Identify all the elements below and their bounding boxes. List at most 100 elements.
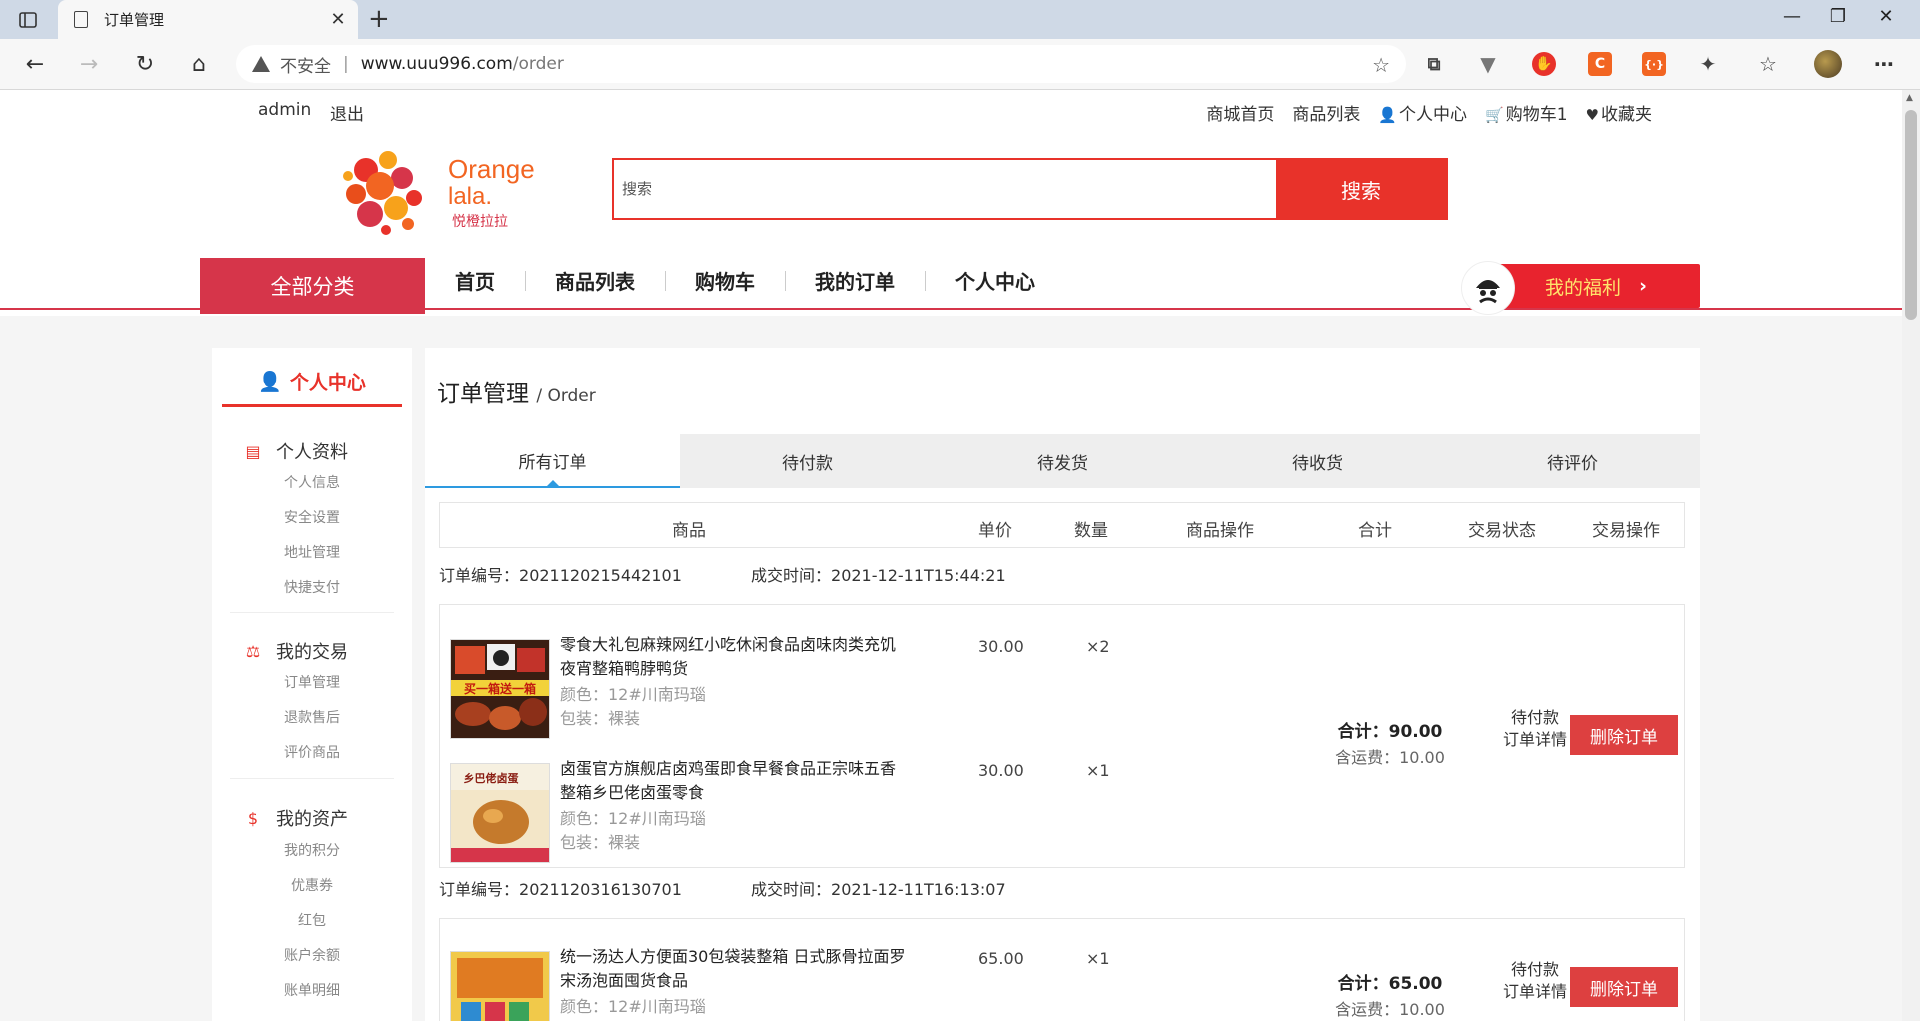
product-qty: ×1 xyxy=(1086,761,1110,780)
welfare-label: 我的福利 xyxy=(1545,276,1622,299)
refresh-icon[interactable]: ↻ xyxy=(128,47,162,81)
sidebar-divider xyxy=(230,612,394,613)
favorites-icon[interactable]: ☆ xyxy=(1756,52,1780,76)
order-header: 订单编号：2021120316130701 成交时间：2021-12-11T16… xyxy=(439,876,1006,900)
sidebar-item-quick-pay[interactable]: 快捷支付 xyxy=(212,577,412,597)
extensions-puzzle-icon[interactable]: ✦ xyxy=(1696,52,1720,76)
sidebar-divider xyxy=(230,778,394,779)
order-total-amount: 合计：90.00 xyxy=(1337,722,1443,742)
nav-cart[interactable]: 购物车 xyxy=(665,266,785,295)
order-time-label: 成交时间： xyxy=(751,566,832,585)
sidebar-item-coupons[interactable]: 优惠券 xyxy=(212,875,412,895)
order-total-amount: 合计：65.00 xyxy=(1337,974,1443,994)
scroll-up-arrow-icon[interactable]: ▲ xyxy=(1906,93,1913,103)
close-window-icon[interactable]: ✕ xyxy=(1866,6,1906,27)
product-image[interactable]: 买一箱送一箱 xyxy=(450,639,550,739)
new-tab-icon[interactable]: + xyxy=(368,5,390,33)
sidebar-item-address[interactable]: 地址管理 xyxy=(212,542,412,562)
all-categories-button[interactable]: 全部分类 xyxy=(200,258,425,314)
site-logo[interactable]: Orange lala. 悦橙拉拉 xyxy=(336,142,546,238)
address-bar: ← → ↻ ⌂ 不安全 | www.uuu996.com/order ☆ ⧉ ▼… xyxy=(0,39,1920,90)
product-price: 65.00 xyxy=(978,949,1024,968)
back-icon[interactable]: ← xyxy=(18,47,52,81)
search-input[interactable] xyxy=(614,160,1276,218)
extension-json-icon[interactable]: {·} xyxy=(1642,52,1666,76)
sidebar-item-points[interactable]: 我的积分 xyxy=(212,840,412,860)
minimize-icon[interactable]: — xyxy=(1772,6,1812,27)
product-name[interactable]: 统一汤达人方便面30包袋装整箱 日式豚骨拉面罗宋汤泡面囤货食品 xyxy=(560,945,910,993)
top-link-cart[interactable]: 🛒 购物车1 xyxy=(1485,100,1568,125)
thumb-brand-text: 乡巴佬卤蛋 xyxy=(464,771,520,785)
delete-order-button[interactable]: 删除订单 xyxy=(1570,715,1678,755)
nav-products[interactable]: 商品列表 xyxy=(525,266,665,295)
product-qty: ×2 xyxy=(1086,637,1110,656)
more-menu-icon[interactable]: ⋯ xyxy=(1872,52,1896,76)
profile-avatar[interactable] xyxy=(1814,50,1842,78)
tab-pending-review[interactable]: 待评价 xyxy=(1445,434,1700,488)
logout-link[interactable]: 退出 xyxy=(330,100,364,125)
top-link-cart-label: 购物车1 xyxy=(1505,105,1568,125)
scrollbar-thumb[interactable] xyxy=(1905,110,1917,320)
product-color: 颜色：12#川南玛瑙 xyxy=(560,685,706,704)
order-tabs: 所有订单 待付款 待发货 待收货 待评价 xyxy=(425,434,1700,488)
page-subtitle: / Order xyxy=(536,386,596,406)
extension-stop-icon[interactable]: ✋ xyxy=(1532,52,1556,76)
product-image[interactable]: 乡巴佬卤蛋 xyxy=(450,763,550,863)
tab-all-orders[interactable]: 所有订单 xyxy=(425,434,680,488)
product-name[interactable]: 零食大礼包麻辣网红小吃休闲食品卤味肉类充饥夜宵整箱鸭脖鸭货 xyxy=(560,633,910,681)
extension-v-icon[interactable]: ▼ xyxy=(1476,52,1500,76)
top-link-profile[interactable]: 👤 个人中心 xyxy=(1378,100,1467,125)
nav-home[interactable]: 首页 xyxy=(425,266,525,295)
welfare-arrow-icon: › xyxy=(1639,275,1647,297)
logo-text-cn: 悦橙拉拉 xyxy=(452,214,508,230)
sidebar-item-red-packets[interactable]: 红包 xyxy=(212,910,412,930)
extension-c-icon[interactable]: C xyxy=(1588,52,1612,76)
heart-icon: ♥ xyxy=(1585,106,1599,124)
page-title-text: 订单管理 xyxy=(437,381,529,407)
username: admin xyxy=(258,100,312,120)
top-link-profile-label: 个人中心 xyxy=(1399,105,1468,125)
order-time-value: 2021-12-11T16:13:07 xyxy=(831,880,1006,899)
forward-icon[interactable]: → xyxy=(72,47,106,81)
sidebar: 👤 个人中心 ▤ 个人资料 个人信息 安全设置 地址管理 快捷支付 ⚖ 我的交易 订单… xyxy=(212,348,412,1021)
insecure-label: 不安全 xyxy=(280,56,331,77)
browser-tab-active[interactable]: 订单管理 ✕ xyxy=(58,0,358,39)
nav-profile[interactable]: 个人中心 xyxy=(925,266,1065,295)
product-name[interactable]: 卤蛋官方旗舰店卤鸡蛋即食早餐食品正宗味五香整箱乡巴佬卤蛋零食 xyxy=(560,757,910,805)
sidebar-group-assets[interactable]: $ 我的资产 xyxy=(242,805,348,831)
welfare-avatar-icon xyxy=(1462,262,1514,314)
my-welfare-button[interactable]: 我的福利 › xyxy=(1462,262,1700,314)
sidebar-group-profile[interactable]: ▤ 个人资料 xyxy=(242,438,348,464)
sidebar-item-personal-info[interactable]: 个人信息 xyxy=(212,472,412,492)
product-image[interactable] xyxy=(450,951,550,1021)
top-link-favorites[interactable]: ♥ 收藏夹 xyxy=(1586,100,1652,125)
sidebar-group-trade[interactable]: ⚖ 我的交易 xyxy=(242,638,348,664)
nav-my-orders[interactable]: 我的订单 xyxy=(785,266,925,295)
delete-order-button[interactable]: 删除订单 xyxy=(1570,967,1678,1007)
close-tab-icon[interactable]: ✕ xyxy=(324,9,352,30)
add-favorite-icon[interactable]: ☆ xyxy=(1372,53,1390,77)
product-pack: 包装：裸装 xyxy=(560,709,641,728)
collections-icon[interactable]: ⧉ xyxy=(1422,52,1446,76)
sidebar-item-balance[interactable]: 账户余额 xyxy=(212,945,412,965)
home-icon[interactable]: ⌂ xyxy=(182,47,216,81)
top-link-home[interactable]: 商城首页 xyxy=(1206,100,1274,125)
restore-icon[interactable]: ❐ xyxy=(1818,6,1858,27)
sidebar-item-order-management[interactable]: 订单管理 xyxy=(212,672,412,692)
sidebar-item-bills[interactable]: 账单明细 xyxy=(212,980,412,1000)
product-color: 颜色：12#川南玛瑙 xyxy=(560,809,706,828)
tab-actions-icon[interactable] xyxy=(12,8,44,32)
tab-pending-shipment[interactable]: 待发货 xyxy=(935,434,1190,488)
top-link-products[interactable]: 商品列表 xyxy=(1292,100,1360,125)
sidebar-item-review[interactable]: 评价商品 xyxy=(212,742,412,762)
url-field[interactable]: 不安全 | www.uuu996.com/order ☆ xyxy=(236,45,1406,83)
tab-pending-payment[interactable]: 待付款 xyxy=(680,434,935,488)
order-time-label: 成交时间： xyxy=(751,880,832,899)
sidebar-item-security[interactable]: 安全设置 xyxy=(212,507,412,527)
order-header: 订单编号：2021120215442101 成交时间：2021-12-11T15… xyxy=(439,562,1006,586)
tab-pending-receipt[interactable]: 待收货 xyxy=(1190,434,1445,488)
top-link-favorites-label: 收藏夹 xyxy=(1601,105,1652,125)
sidebar-item-refund[interactable]: 退款售后 xyxy=(212,707,412,727)
search-button[interactable]: 搜索 xyxy=(1276,160,1446,218)
order-no: 2021120316130701 xyxy=(519,880,682,899)
